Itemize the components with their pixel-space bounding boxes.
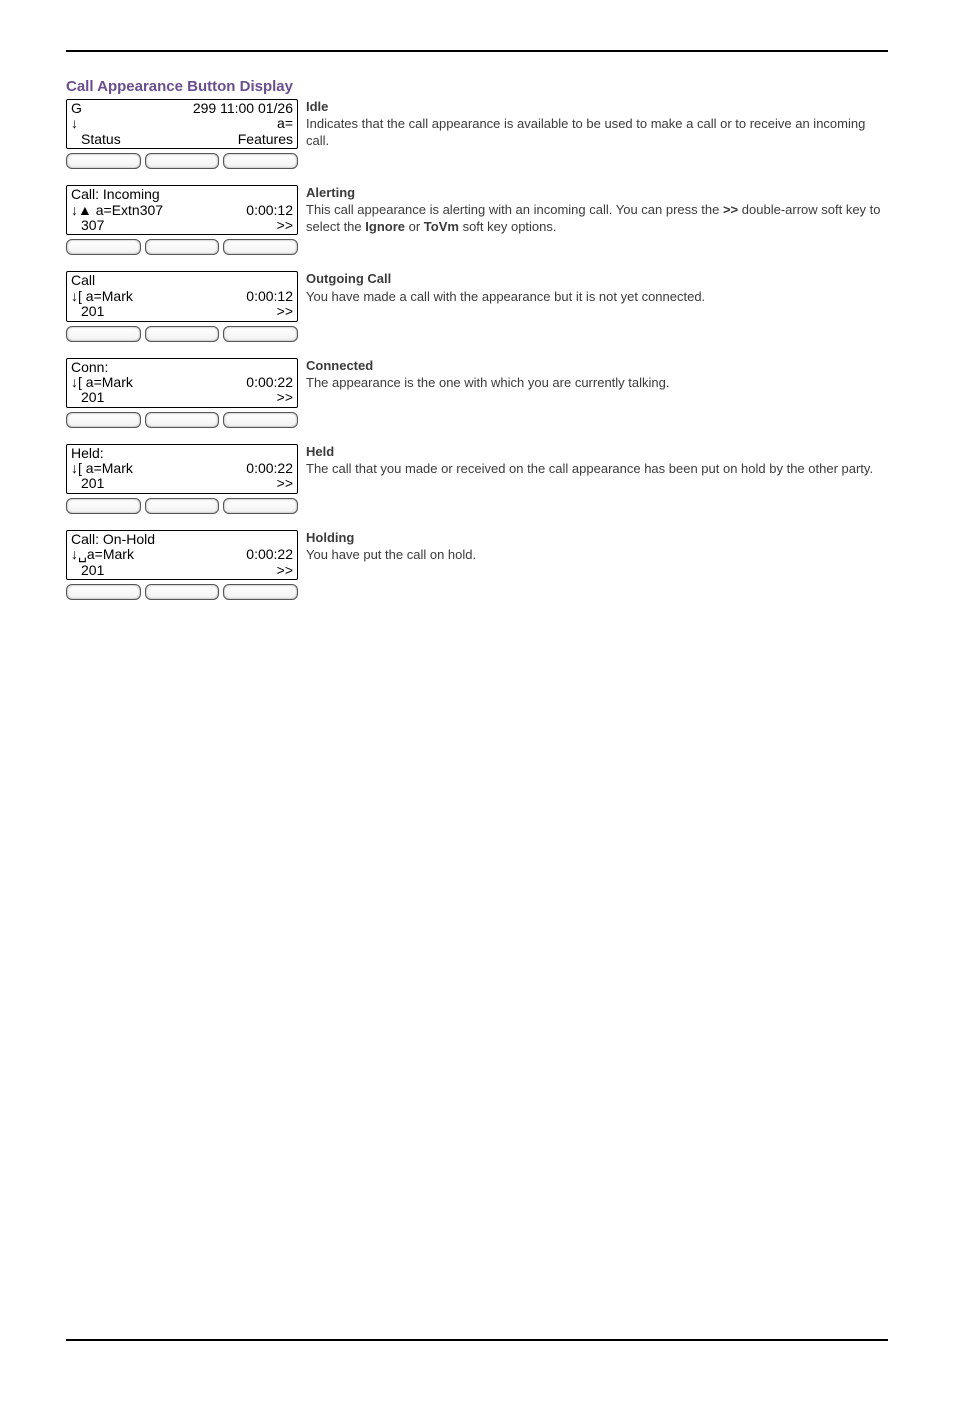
line3-left: 201 bbox=[71, 390, 104, 405]
softkey-label-left: Status bbox=[71, 132, 121, 147]
phone-display-holding: Call: On-Hold ↓␣a=Mark 0:00:22 201 >> bbox=[66, 530, 298, 600]
softkey-3[interactable] bbox=[223, 412, 298, 428]
state-row-connected: Conn: ↓[ a=Mark 0:00:22 201 >> Connected T… bbox=[66, 358, 888, 428]
state-title: Idle bbox=[306, 99, 888, 115]
line3-right: >> bbox=[277, 476, 293, 491]
line1-right: 299 11:00 01/26 bbox=[193, 101, 293, 116]
softkey-3[interactable] bbox=[223, 153, 298, 169]
content-area: Call Appearance Button Display G 299 11:0… bbox=[0, 52, 954, 600]
phone-display-outgoing: Call ↓[ a=Mark 0:00:12 201 >> bbox=[66, 271, 298, 341]
line2-left: ↓▲ a=Extn307 bbox=[71, 203, 163, 218]
state-text: The call that you made or received on th… bbox=[306, 461, 873, 476]
line2-right: 0:00:22 bbox=[246, 461, 293, 476]
softkey-2[interactable] bbox=[145, 584, 220, 600]
phone-display-connected: Conn: ↓[ a=Mark 0:00:22 201 >> bbox=[66, 358, 298, 428]
softkey-label-right: Features bbox=[238, 132, 293, 147]
softkey-2[interactable] bbox=[145, 153, 220, 169]
line2-left: ↓[ a=Mark bbox=[71, 461, 133, 476]
state-text-1: >> bbox=[723, 202, 738, 217]
state-desc-connected: Connected The appearance is the one with… bbox=[298, 358, 888, 392]
state-text: Indicates that the call appearance is av… bbox=[306, 116, 865, 147]
line2-left: ↓[ a=Mark bbox=[71, 289, 133, 304]
line3-left: 201 bbox=[71, 476, 104, 491]
line1-left: Call bbox=[71, 273, 95, 288]
state-text-0: This call appearance is alerting with an… bbox=[306, 202, 723, 217]
softkey-1[interactable] bbox=[66, 239, 141, 255]
state-title: Holding bbox=[306, 530, 888, 546]
line3-right: >> bbox=[277, 390, 293, 405]
state-text-6: soft key options. bbox=[459, 219, 557, 234]
line3-right: >> bbox=[277, 304, 293, 319]
line1-left: G bbox=[71, 101, 82, 116]
section-title: Call Appearance Button Display bbox=[66, 78, 888, 95]
line3-left: 201 bbox=[71, 304, 104, 319]
state-text: The appearance is the one with which you… bbox=[306, 375, 669, 390]
softkey-2[interactable] bbox=[145, 498, 220, 514]
state-text: You have made a call with the appearance… bbox=[306, 289, 705, 304]
phone-display-idle: G 299 11:00 01/26 ↓ a= Status Features bbox=[66, 99, 298, 169]
phone-display-alerting: Call: Incoming ↓▲ a=Extn307 0:00:12 307 >> bbox=[66, 185, 298, 255]
state-row-outgoing: Call ↓[ a=Mark 0:00:12 201 >> Outgoing Cal… bbox=[66, 271, 888, 341]
softkey-1[interactable] bbox=[66, 498, 141, 514]
softkey-2[interactable] bbox=[145, 326, 220, 342]
line3-left: 307 bbox=[71, 218, 104, 233]
softkey-3[interactable] bbox=[223, 326, 298, 342]
footer-rule bbox=[66, 1339, 888, 1341]
line2-right: a= bbox=[277, 116, 293, 131]
line2-left: ↓[ a=Mark bbox=[71, 375, 133, 390]
state-title: Connected bbox=[306, 358, 888, 374]
state-row-held: Held: ↓[ a=Mark 0:00:22 201 >> Held The ca… bbox=[66, 444, 888, 514]
phone-display-held: Held: ↓[ a=Mark 0:00:22 201 >> bbox=[66, 444, 298, 514]
line2-right: 0:00:22 bbox=[246, 547, 293, 562]
softkey-1[interactable] bbox=[66, 153, 141, 169]
softkey-1[interactable] bbox=[66, 584, 141, 600]
line2-left: ↓␣a=Mark bbox=[71, 547, 134, 562]
state-desc-idle: Idle Indicates that the call appearance … bbox=[298, 99, 888, 149]
state-desc-holding: Holding You have put the call on hold. bbox=[298, 530, 888, 564]
line1-left: Held: bbox=[71, 446, 104, 461]
state-text: You have put the call on hold. bbox=[306, 547, 476, 562]
line3-right: >> bbox=[277, 218, 293, 233]
line2-right: 0:00:22 bbox=[246, 375, 293, 390]
line1-left: Call: Incoming bbox=[71, 187, 160, 202]
state-text-5: ToVm bbox=[424, 219, 459, 234]
state-desc-alerting: Alerting This call appearance is alertin… bbox=[298, 185, 888, 235]
line1-left: Call: On-Hold bbox=[71, 532, 155, 547]
line3-left: 201 bbox=[71, 563, 104, 578]
softkey-3[interactable] bbox=[223, 498, 298, 514]
line2-right: 0:00:12 bbox=[246, 203, 293, 218]
line2-right: 0:00:12 bbox=[246, 289, 293, 304]
line3-right: >> bbox=[277, 563, 293, 578]
state-row-alerting: Call: Incoming ↓▲ a=Extn307 0:00:12 307 >>… bbox=[66, 185, 888, 255]
line2-left: ↓ bbox=[71, 116, 78, 131]
softkey-1[interactable] bbox=[66, 412, 141, 428]
softkey-2[interactable] bbox=[145, 239, 220, 255]
softkey-2[interactable] bbox=[145, 412, 220, 428]
state-title: Held bbox=[306, 444, 888, 460]
state-title: Outgoing Call bbox=[306, 271, 888, 287]
softkey-3[interactable] bbox=[223, 584, 298, 600]
state-row-idle: G 299 11:00 01/26 ↓ a= Status Features Idle… bbox=[66, 99, 888, 169]
state-title: Alerting bbox=[306, 185, 888, 201]
state-text-3: Ignore bbox=[365, 219, 405, 234]
state-desc-held: Held The call that you made or received … bbox=[298, 444, 888, 478]
state-desc-outgoing: Outgoing Call You have made a call with … bbox=[298, 271, 888, 305]
state-text-4: or bbox=[405, 219, 424, 234]
state-row-holding: Call: On-Hold ↓␣a=Mark 0:00:22 201 >> Hold… bbox=[66, 530, 888, 600]
softkey-1[interactable] bbox=[66, 326, 141, 342]
softkey-3[interactable] bbox=[223, 239, 298, 255]
line1-left: Conn: bbox=[71, 360, 108, 375]
